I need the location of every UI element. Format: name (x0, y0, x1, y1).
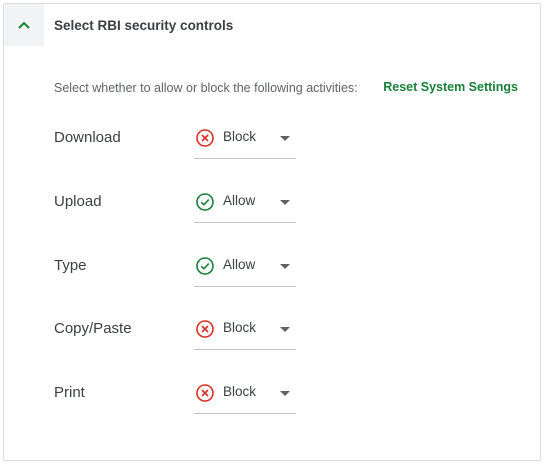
dropdown-arrow-icon (280, 200, 290, 205)
dropdown-arrow-icon (280, 264, 290, 269)
control-label: Upload (54, 193, 102, 210)
reset-system-settings-link[interactable]: Reset System Settings (383, 80, 518, 94)
block-icon (196, 129, 214, 147)
block-icon (196, 320, 214, 338)
select-value: Allow (223, 257, 256, 272)
control-row-type: Type Allow (4, 247, 540, 287)
dropdown-arrow-icon (280, 136, 290, 141)
collapse-button[interactable] (4, 4, 44, 46)
type-select[interactable]: Allow (194, 247, 296, 287)
control-row-download: Download Block (4, 119, 540, 159)
section-header[interactable]: Select RBI security controls (4, 4, 540, 46)
rbi-security-controls-panel: Select RBI security controls Select whet… (3, 3, 541, 461)
control-label: Type (54, 257, 87, 274)
block-icon (196, 384, 214, 402)
select-value: Allow (223, 193, 256, 208)
dropdown-arrow-icon (280, 391, 290, 396)
control-row-print: Print Block (4, 374, 540, 414)
control-label: Download (54, 129, 121, 146)
dropdown-arrow-icon (280, 327, 290, 332)
control-label: Copy/Paste (54, 320, 132, 337)
allow-icon (196, 257, 214, 275)
control-label: Print (54, 384, 85, 401)
instructions-text: Select whether to allow or block the fol… (54, 81, 358, 95)
select-value: Block (223, 384, 257, 399)
download-select[interactable]: Block (194, 119, 296, 159)
control-row-upload: Upload Allow (4, 183, 540, 223)
control-row-copy-paste: Copy/Paste Block (4, 310, 540, 350)
chevron-up-icon (18, 21, 30, 29)
select-value: Block (223, 129, 257, 144)
allow-icon (196, 193, 214, 211)
print-select[interactable]: Block (194, 374, 296, 414)
copy-paste-select[interactable]: Block (194, 310, 296, 350)
upload-select[interactable]: Allow (194, 183, 296, 223)
section-title: Select RBI security controls (54, 18, 234, 33)
select-value: Block (223, 320, 257, 335)
